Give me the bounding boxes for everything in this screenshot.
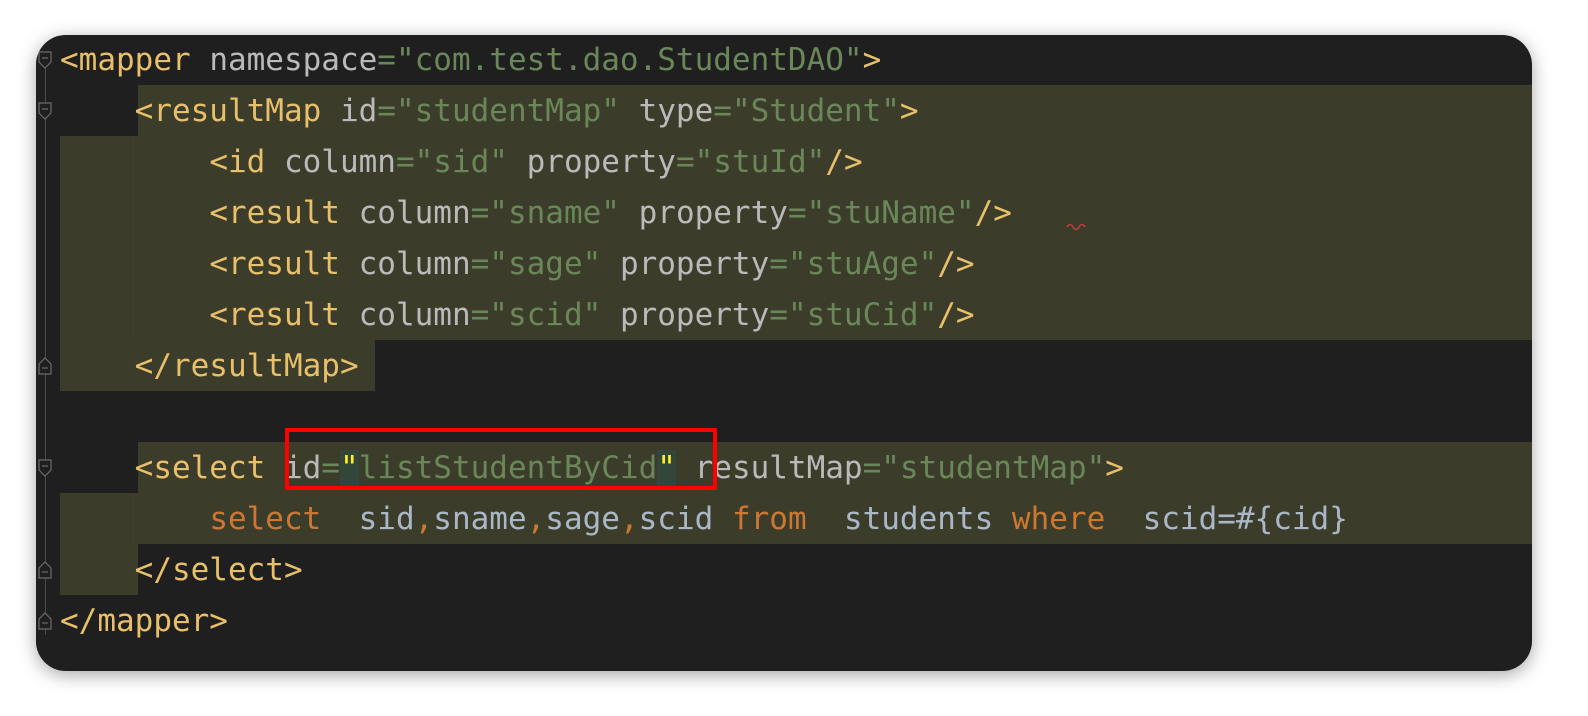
code-token: > <box>899 93 919 129</box>
code-token: property <box>601 246 770 282</box>
fold-collapse-icon[interactable] <box>38 459 52 477</box>
warning-squiggle-icon <box>1066 223 1086 231</box>
code-token: = <box>862 450 882 486</box>
code-token: <result <box>209 195 340 231</box>
code-line[interactable]: select sid,sname,sage,scid from students… <box>60 494 1348 545</box>
code-token: "sid" <box>414 144 508 180</box>
code-token: = <box>377 42 396 78</box>
code-line[interactable]: </select> <box>60 545 303 596</box>
code-token: property <box>619 195 788 231</box>
code-token: "sage" <box>489 246 602 282</box>
code-token: , <box>526 501 546 537</box>
code-token: "stuName" <box>806 195 975 231</box>
code-token: "stuAge" <box>787 246 938 282</box>
code-token: > <box>862 42 882 78</box>
code-token: "studentMap" <box>881 450 1106 486</box>
code-token: /> <box>825 144 863 180</box>
code-token: = <box>377 93 396 129</box>
code-token: column <box>339 195 471 231</box>
code-token: scid=#{cid} <box>1105 501 1348 537</box>
code-editor[interactable]: <mapper namespace="com.test.dao.StudentD… <box>36 35 1532 671</box>
code-token: "stuCid" <box>787 297 938 333</box>
code-token: sname <box>433 501 527 537</box>
code-line[interactable]: </resultMap> <box>60 341 359 392</box>
code-token: /> <box>937 297 975 333</box>
fold-collapse-icon[interactable] <box>38 51 52 69</box>
code-token: = <box>769 297 788 333</box>
code-token: , <box>619 501 639 537</box>
annotation-highlight-box <box>285 428 717 490</box>
code-token: /> <box>974 195 1012 231</box>
code-line[interactable]: <result column="sage" property="stuAge"/… <box>60 239 975 290</box>
code-token: "scid" <box>489 297 602 333</box>
code-token: <id <box>209 144 266 180</box>
code-line[interactable]: <resultMap id="studentMap" type="Student… <box>60 86 919 137</box>
code-token: "studentMap" <box>395 93 620 129</box>
code-token: where <box>1011 501 1106 537</box>
code-token: select <box>209 501 322 537</box>
code-token: /> <box>937 246 975 282</box>
code-token: <result <box>209 297 340 333</box>
code-token: = <box>470 246 490 282</box>
code-token: > <box>1105 450 1124 486</box>
fold-end-icon[interactable] <box>38 357 52 375</box>
code-token: type <box>619 93 714 129</box>
code-token: "sname" <box>489 195 620 231</box>
code-line[interactable]: </mapper> <box>60 596 228 647</box>
editor-gutter <box>36 35 60 671</box>
code-token: column <box>339 297 471 333</box>
code-token: property <box>507 144 676 180</box>
code-token: sage <box>545 501 620 537</box>
code-token: </select> <box>134 552 303 588</box>
code-line[interactable]: <id column="sid" property="stuId"/> <box>60 137 863 188</box>
fold-line <box>45 57 46 635</box>
code-token: = <box>675 144 695 180</box>
code-token: <resultMap <box>134 93 322 129</box>
fold-collapse-icon[interactable] <box>38 102 52 120</box>
code-token: </resultMap> <box>134 348 359 384</box>
code-token: column <box>339 246 471 282</box>
code-token: = <box>395 144 415 180</box>
code-token: <mapper <box>60 42 191 78</box>
code-token: = <box>470 297 490 333</box>
code-line[interactable]: <result column="scid" property="stuCid"/… <box>60 290 975 341</box>
code-token: = <box>470 195 490 231</box>
code-token: column <box>265 144 396 180</box>
code-token: , <box>414 501 434 537</box>
code-token: scid <box>638 501 732 537</box>
code-token: property <box>601 297 770 333</box>
code-token: = <box>769 246 788 282</box>
fold-end-icon[interactable] <box>38 561 52 579</box>
code-token: namespace <box>190 42 378 78</box>
code-token: <select <box>134 450 266 486</box>
code-line[interactable]: <mapper namespace="com.test.dao.StudentD… <box>60 35 881 86</box>
code-token: "com.test.dao.StudentDAO" <box>395 42 863 78</box>
code-token: id <box>321 93 378 129</box>
code-token: </mapper> <box>60 603 228 639</box>
fold-end-icon[interactable] <box>38 612 52 630</box>
code-token: <result <box>209 246 340 282</box>
code-token: = <box>713 93 732 129</box>
code-token: students <box>806 501 1012 537</box>
code-line[interactable]: <result column="sname" property="stuName… <box>60 188 1012 239</box>
code-token: sid <box>321 501 415 537</box>
code-token: "stuId" <box>694 144 826 180</box>
code-token: = <box>787 195 807 231</box>
code-token: from <box>731 501 807 537</box>
code-token: "Student" <box>731 93 900 129</box>
